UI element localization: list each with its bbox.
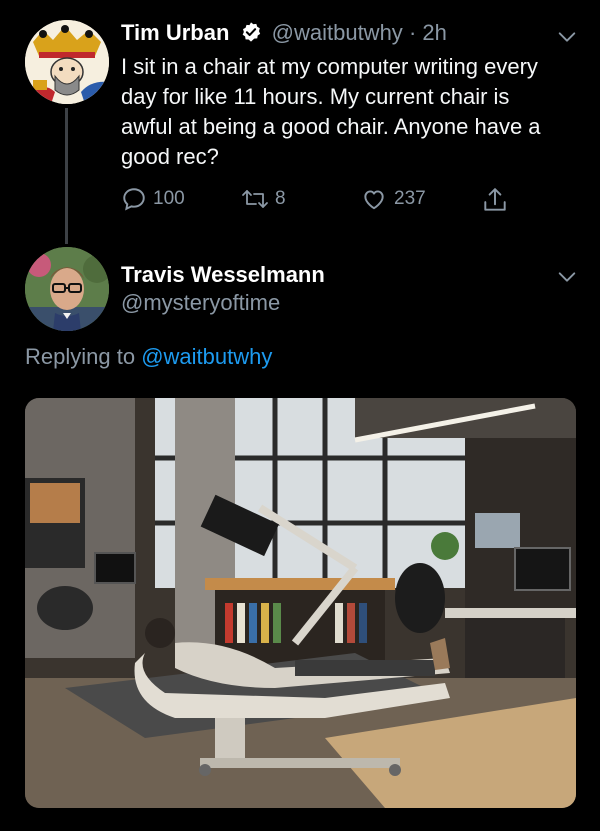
like-button[interactable]: 237: [360, 186, 426, 212]
verified-badge-icon: [240, 21, 262, 49]
tweet-body-text: I sit in a chair at my computer writing …: [121, 54, 541, 169]
replying-to-link[interactable]: @waitbutwhy: [141, 344, 272, 369]
replying-to-prefix: Replying to: [25, 344, 136, 369]
share-button[interactable]: [482, 186, 508, 214]
attached-photo[interactable]: [25, 398, 576, 808]
tweet-action-bar: 100 8 237: [0, 186, 600, 214]
reply-button[interactable]: 100: [121, 186, 185, 212]
reply-icon: [123, 188, 145, 211]
retweet-count: 8: [275, 188, 286, 209]
chevron-down-icon[interactable]: [556, 26, 578, 48]
tweet-separator: ·: [408, 20, 417, 45]
reply-author-name[interactable]: Travis Wesselmann: [121, 262, 325, 288]
like-count: 237: [394, 188, 426, 209]
retweet-button[interactable]: 8: [241, 186, 286, 212]
tweet-author-handle[interactable]: @waitbutwhy: [272, 20, 403, 45]
travis-wesselmann-avatar[interactable]: [25, 247, 109, 331]
tweet-author-line: Tim Urban @waitbutwhy · 2h: [121, 20, 447, 49]
share-icon: [484, 188, 506, 211]
reply-count: 100: [153, 188, 185, 209]
replying-to-line: Replying to @waitbutwhy: [25, 344, 272, 370]
reply-author-handle[interactable]: @mysteryoftime: [121, 290, 280, 316]
tweet-author-name[interactable]: Tim Urban: [121, 20, 229, 45]
heart-icon: [364, 190, 384, 210]
tim-urban-avatar[interactable]: [25, 20, 109, 104]
retweet-icon: [242, 190, 268, 208]
reply-chevron-down-icon[interactable]: [556, 266, 578, 288]
thread-connector-line: [65, 108, 68, 244]
tweet-timestamp[interactable]: 2h: [422, 20, 446, 45]
